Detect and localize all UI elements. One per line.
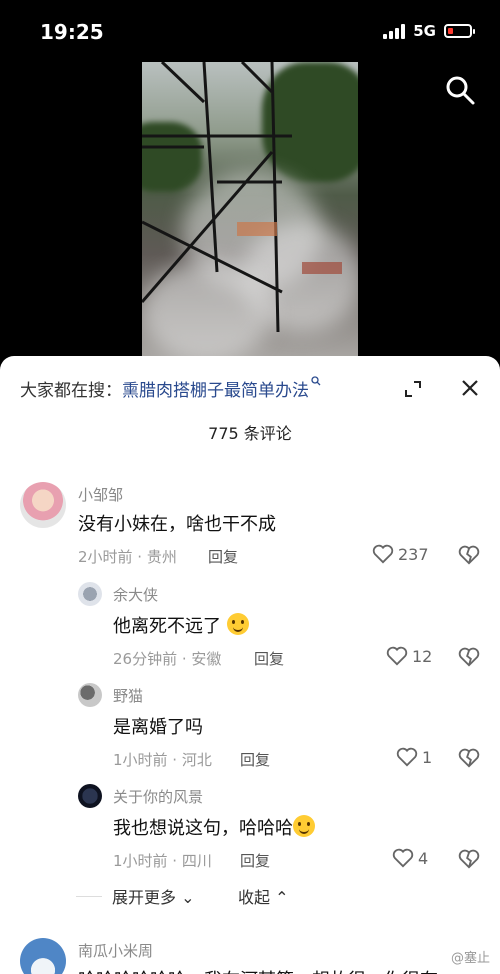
status-time: 19:25 [40, 20, 104, 44]
collapse-button[interactable]: 收起 ⌃ [238, 884, 289, 908]
comment-text: 没有小妹在，啥也干不成 [78, 514, 276, 535]
reply-button[interactable]: 回复 [240, 850, 270, 871]
laughing-emoji-icon [293, 815, 315, 837]
comment-text: 哈哈哈哈哈哈，我在河某策，想故很，你很有 [78, 966, 438, 974]
expand-more-button[interactable]: 展开更多 ⌄ [112, 884, 195, 908]
replies-controls: 展开更多 ⌄ 收起 ⌃ [76, 884, 496, 908]
battery-icon [444, 24, 475, 38]
heart-icon [372, 544, 394, 564]
comment-text: 他离死不远了 [113, 612, 249, 638]
like-button[interactable]: 237 [372, 544, 429, 564]
reply-button[interactable]: 回复 [208, 546, 238, 567]
comment-count: 775 条评论 [208, 424, 292, 443]
divider [76, 896, 102, 897]
reply-button[interactable]: 回复 [254, 648, 284, 669]
close-icon[interactable] [460, 378, 480, 398]
like-count: 1 [422, 747, 433, 767]
comment-username[interactable]: 南瓜小米周 [78, 940, 153, 961]
like-count: 12 [412, 646, 433, 666]
comment-meta: 1小时前 · 河北 [113, 751, 212, 769]
expand-icon[interactable] [404, 380, 422, 398]
heart-icon [386, 646, 408, 666]
avatar[interactable] [20, 938, 66, 974]
network-label: 5G [413, 22, 436, 40]
comment-meta: 1小时前 · 四川 [113, 852, 212, 870]
comment-text-content: 我也想说这句，哈哈哈 [113, 818, 293, 839]
broken-heart-icon[interactable] [458, 848, 480, 870]
like-button[interactable]: 1 [396, 747, 432, 767]
heart-icon [392, 848, 414, 868]
smirk-emoji-icon [226, 613, 249, 635]
avatar[interactable] [78, 683, 102, 707]
comment-text: 我也想说这句，哈哈哈 [113, 814, 315, 840]
avatar[interactable] [78, 582, 102, 606]
status-icons: 5G [383, 22, 475, 40]
related-search[interactable]: 大家都在搜：熏腊肉搭棚子最简单办法 [20, 376, 321, 401]
related-search-keyword[interactable]: 熏腊肉搭棚子最简单办法 [122, 381, 309, 401]
search-small-icon [311, 376, 321, 386]
like-button[interactable]: 4 [392, 848, 428, 868]
comment-username[interactable]: 关于你的风景 [113, 786, 203, 807]
collapse-label: 收起 [238, 888, 271, 907]
comment-text: 是离婚了吗 [113, 717, 203, 738]
comment-username[interactable]: 野猫 [113, 685, 143, 706]
search-icon[interactable] [444, 74, 476, 106]
comment-sheet: 大家都在搜：熏腊肉搭棚子最简单办法 775 条评论 小邹邹 没有小妹在，啥也干不… [0, 356, 500, 974]
like-count: 237 [398, 544, 429, 564]
signal-icon [383, 23, 406, 39]
avatar[interactable] [78, 784, 102, 808]
broken-heart-icon[interactable] [458, 747, 480, 769]
scaffold-illustration [142, 62, 342, 333]
related-search-prefix: 大家都在搜： [20, 381, 122, 401]
heart-icon [396, 747, 418, 767]
like-count: 4 [418, 848, 429, 868]
comment-text-content: 他离死不远了 [113, 616, 221, 637]
status-bar: 19:25 5G [0, 0, 500, 64]
comment-username[interactable]: 小邹邹 [78, 484, 123, 505]
comment-meta: 2小时前 · 贵州 [78, 548, 177, 566]
chevron-up-icon: ⌃ [275, 888, 289, 907]
comment-username[interactable]: 余大侠 [113, 584, 158, 605]
video-frame[interactable] [142, 62, 358, 358]
expand-more-label: 展开更多 [112, 888, 177, 907]
reply-button[interactable]: 回复 [240, 749, 270, 770]
like-button[interactable]: 12 [386, 646, 432, 666]
avatar[interactable] [20, 482, 66, 528]
chevron-down-icon: ⌄ [181, 888, 195, 907]
watermark: @塞止 [450, 951, 490, 966]
comment-meta: 26分钟前 · 安徽 [113, 650, 222, 668]
broken-heart-icon[interactable] [458, 544, 480, 566]
broken-heart-icon[interactable] [458, 646, 480, 668]
